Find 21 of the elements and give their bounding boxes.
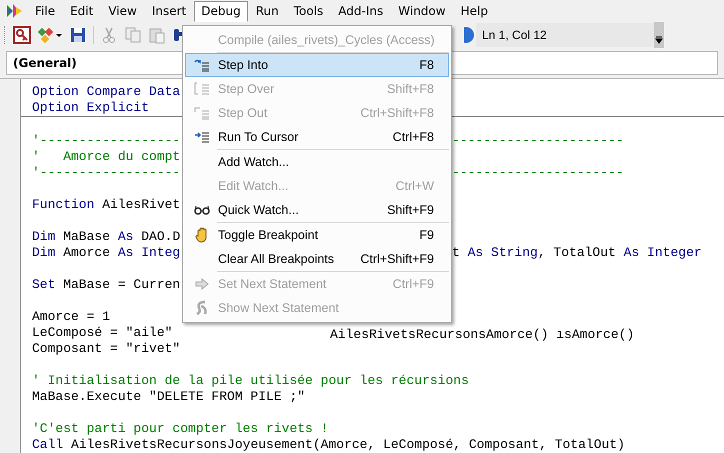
code-line: LeComposé = "aile"	[32, 325, 172, 340]
code-line: Option Explicit	[32, 100, 150, 115]
code-line: ' Amorce du compt	[32, 149, 180, 164]
code-fragment: AilesRivetsRecursonsAmorce() ısAmorce()	[330, 327, 634, 343]
code-line: ----------------------	[452, 133, 624, 149]
code-line: t As String, TotalOut As Integer	[452, 245, 702, 261]
code-line: Set MaBase = Curren	[32, 277, 180, 292]
code-line: 'C'est parti pour compter les rivets !	[32, 421, 328, 436]
code-line: Composant = "rivet"	[32, 341, 180, 356]
code-line: ' Initialisation de la pile utilisée pour les récursions	[32, 373, 469, 388]
code-line: Amorce = 1	[32, 309, 110, 324]
code-line: Option Compare Data	[32, 84, 180, 99]
code-line: MaBase.Execute "DELETE FROM PILE ;"	[32, 389, 306, 404]
position-field: Ln 1, Col 12	[476, 23, 654, 47]
code-line: Dim Amorce As Integ	[32, 245, 180, 260]
code-line: Dim MaBase As DAO.D	[32, 229, 180, 244]
code-line: '------------------	[32, 133, 180, 148]
code-line: '------------------	[32, 165, 180, 180]
code-line: Function AilesRivet	[32, 197, 180, 212]
code-line: Call AilesRivetsRecursonsJoyeusement(Amorce, LeComposé, Composant, TotalOut)	[32, 437, 625, 452]
code-line: ----------------------	[452, 165, 624, 181]
